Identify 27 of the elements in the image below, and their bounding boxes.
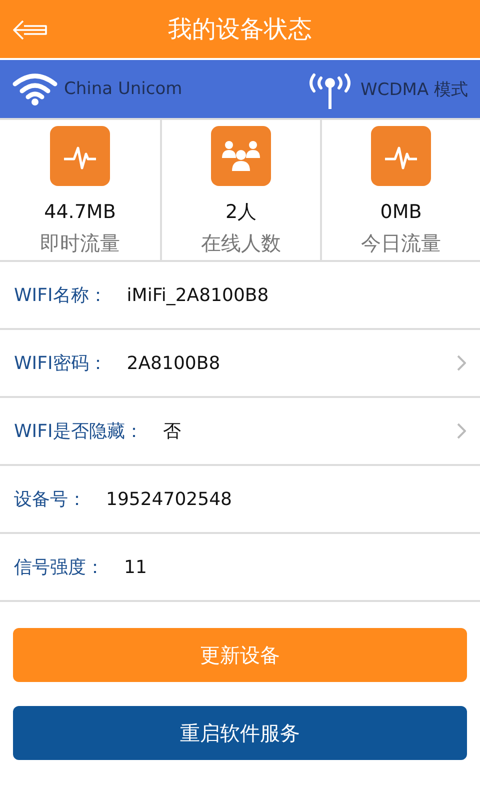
pulse-icon [50, 126, 110, 186]
field-value: 2A8100B8 [126, 352, 222, 374]
stat-label: 即时流量 [40, 230, 120, 256]
stat-value: 0MB [380, 200, 422, 224]
pulse-icon [371, 126, 431, 186]
field-value: 11 [124, 556, 148, 578]
stat-label: 今日流量 [361, 230, 441, 256]
stat-value: 2人 [225, 200, 257, 224]
page-title: 我的设备状态 [168, 14, 312, 45]
field-value: 19524702548 [106, 488, 233, 510]
field-label: 设备号： [14, 488, 86, 511]
carrier-name: China Unicom [64, 79, 182, 99]
field-label: 信号强度： [14, 556, 104, 579]
people-icon [211, 126, 271, 186]
stat-value: 44.7MB [44, 200, 116, 224]
wifi-icon [12, 72, 58, 106]
field-label: WIFI名称： [14, 284, 107, 307]
action-button[interactable]: 重启软件服务 [13, 706, 467, 760]
back-icon[interactable] [12, 19, 48, 41]
field-label: WIFI是否隐藏： [14, 420, 143, 443]
chevron-icon[interactable] [456, 423, 466, 439]
chevron-icon[interactable] [456, 355, 466, 371]
stat-label: 在线人数 [201, 230, 281, 256]
field-value: 否 [162, 420, 182, 443]
field-value: iMiFi_2A8100B8 [126, 284, 270, 306]
field-label: WIFI密码： [14, 352, 107, 375]
network-mode: WCDMA 模式 [360, 78, 468, 100]
